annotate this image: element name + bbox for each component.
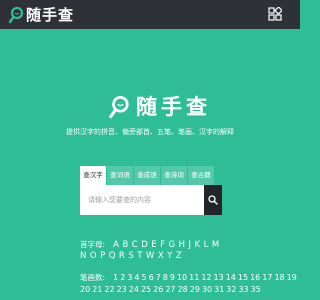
letter-link[interactable]: Q: [109, 251, 116, 262]
hero-logo-text: 随手查: [136, 95, 211, 119]
letter-link[interactable]: P: [100, 251, 105, 262]
letter-link[interactable]: N: [80, 251, 86, 262]
search-input[interactable]: [80, 185, 204, 215]
initial-letter-links: NOPQRSTWXYZ: [80, 243, 185, 262]
top-navigation-bar: 随手查: [0, 0, 300, 29]
stroke-link[interactable]: 25: [141, 284, 151, 295]
tab-shici[interactable]: 查诗词: [161, 166, 187, 185]
stroke-link[interactable]: 29: [190, 284, 200, 295]
stroke-link[interactable]: 20: [80, 284, 90, 295]
stroke-link[interactable]: 31: [214, 284, 224, 295]
letter-link[interactable]: S: [128, 251, 133, 262]
stroke-link[interactable]: 22: [104, 284, 114, 295]
stroke-link[interactable]: 19: [287, 272, 297, 283]
letter-link[interactable]: T: [137, 251, 142, 262]
hero-logo: 随手查: [108, 92, 211, 122]
stroke-link[interactable]: 33: [238, 284, 248, 295]
stroke-link[interactable]: 18: [274, 272, 284, 283]
stroke-link[interactable]: 28: [178, 284, 188, 295]
stroke-link[interactable]: 35: [251, 284, 261, 295]
hero-subtitle: 提供汉字的拼音、偏旁部首、五笔、笔画、汉字的解释: [66, 128, 234, 136]
letter-link[interactable]: K: [195, 240, 201, 251]
search-tabs: 查汉字 查词语 查成语 查诗词 查古籍: [80, 166, 215, 185]
stroke-link[interactable]: 24: [129, 284, 139, 295]
letter-link[interactable]: X: [158, 251, 164, 262]
search-icon: [208, 195, 218, 205]
stroke-link[interactable]: 27: [165, 284, 175, 295]
grid-menu-icon[interactable]: [268, 7, 282, 21]
site-logo[interactable]: 随手查: [8, 5, 74, 25]
magnifier-logo-icon: [8, 6, 24, 24]
stroke-link[interactable]: 32: [226, 284, 236, 295]
stroke-count-links: 20 21 22 23 24 25 26 27 28 29 30 31 32 33 35: [80, 277, 263, 296]
letter-link[interactable]: W: [146, 251, 154, 262]
stroke-link[interactable]: 26: [153, 284, 163, 295]
letter-link[interactable]: R: [119, 251, 125, 262]
search-button[interactable]: [204, 185, 222, 215]
tab-ciyu[interactable]: 查词语: [107, 166, 133, 185]
tab-guji[interactable]: 查古籍: [188, 166, 214, 185]
stroke-link[interactable]: 23: [117, 284, 127, 295]
letter-link[interactable]: J: [189, 240, 192, 251]
tab-hanzi[interactable]: 查汉字: [80, 166, 106, 185]
stroke-link[interactable]: 21: [92, 284, 102, 295]
letter-link[interactable]: Z: [176, 251, 182, 262]
stroke-link[interactable]: 17: [262, 272, 272, 283]
letter-link[interactable]: Y: [167, 251, 172, 262]
site-logo-text: 随手查: [26, 6, 75, 24]
magnifier-logo-icon: [109, 96, 129, 119]
letter-link[interactable]: L: [204, 240, 209, 251]
letter-link[interactable]: M: [212, 240, 219, 251]
initial-letter-index-row2: NOPQRSTWXYZ: [80, 247, 185, 262]
tab-chengyu[interactable]: 查成语: [134, 166, 160, 185]
letter-link[interactable]: O: [90, 251, 97, 262]
stroke-link[interactable]: 30: [202, 284, 212, 295]
stroke-count-index-row2: 20 21 22 23 24 25 26 27 28 29 30 31 32 33 35: [80, 281, 263, 295]
